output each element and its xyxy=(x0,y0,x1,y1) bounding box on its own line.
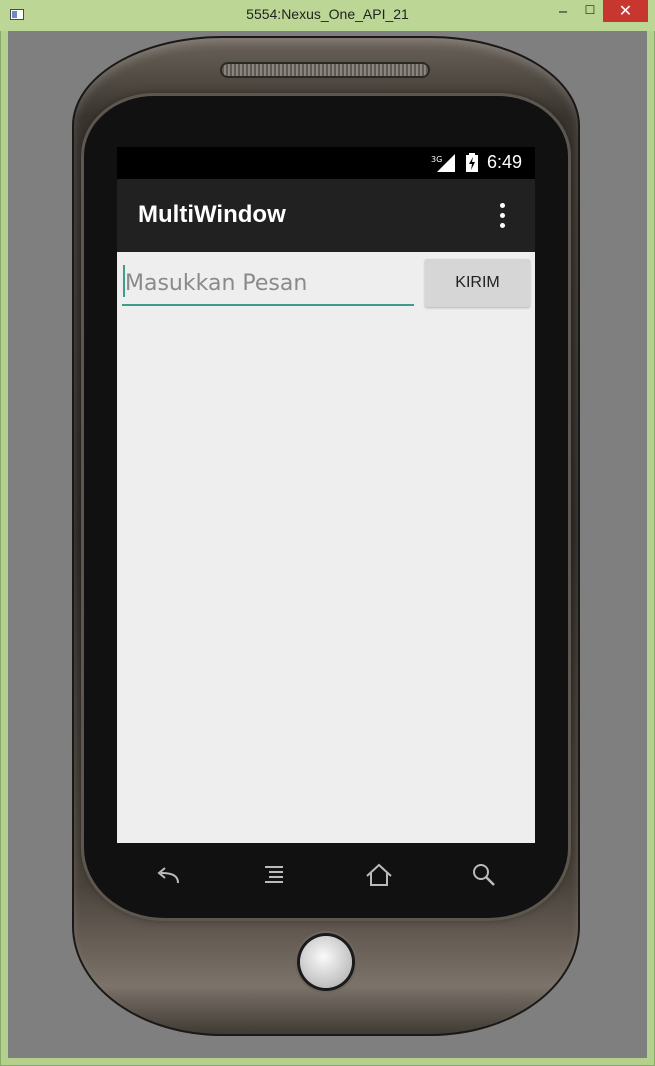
send-button[interactable]: KIRIM xyxy=(425,259,530,307)
maximize-button[interactable]: ☐ xyxy=(580,4,600,22)
device-screen: 3G 6:49 MultiWindow KIRIM xyxy=(117,147,535,843)
back-icon[interactable] xyxy=(151,858,185,892)
action-bar: MultiWindow xyxy=(117,179,535,252)
menu-icon[interactable] xyxy=(257,858,291,892)
message-input[interactable] xyxy=(122,262,414,306)
app-title: MultiWindow xyxy=(138,201,286,228)
search-icon[interactable] xyxy=(467,858,501,892)
battery-icon xyxy=(466,153,478,172)
network-type-label: 3G xyxy=(431,155,442,164)
status-clock: 6:49 xyxy=(487,152,523,172)
status-bar: 3G 6:49 xyxy=(117,147,535,179)
overflow-menu-icon[interactable] xyxy=(495,201,509,231)
minimize-button[interactable]: ‒ xyxy=(553,4,573,22)
window-titlebar[interactable]: 5554:Nexus_One_API_21 ‒ ☐ ✕ xyxy=(0,0,655,31)
speaker-grille xyxy=(222,64,428,76)
trackball-button[interactable] xyxy=(300,936,352,988)
close-button[interactable]: ✕ xyxy=(603,0,648,22)
home-icon[interactable] xyxy=(362,858,396,892)
signal-icon: 3G xyxy=(431,154,455,172)
text-cursor xyxy=(123,265,125,297)
